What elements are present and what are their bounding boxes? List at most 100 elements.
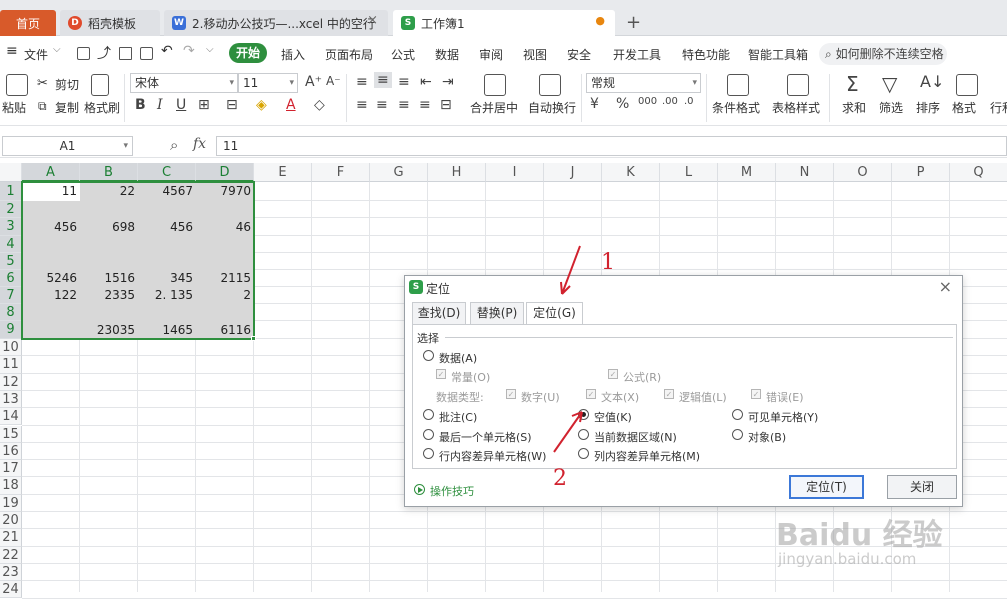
tab-template[interactable]: D 稻壳模板 [60, 10, 160, 36]
align-middle-icon[interactable]: ≡ [374, 72, 392, 88]
checkbox-constants[interactable]: ✓ [436, 369, 446, 379]
row-header-10[interactable]: 10 [0, 339, 22, 357]
bold-button[interactable]: B [135, 97, 146, 113]
locate-button[interactable]: 定位(T) [789, 475, 864, 499]
fill-border-icon[interactable]: ⊟ [226, 97, 238, 113]
customize-icon[interactable]: ⌵ [206, 44, 214, 55]
new-tab-plus-icon[interactable]: + [626, 12, 641, 33]
font-name-select[interactable]: 宋体 ▾ [130, 73, 238, 93]
column-header-q[interactable]: Q [950, 163, 1007, 182]
column-header-e[interactable]: E [254, 163, 312, 182]
increase-decimal-icon[interactable]: .00 [662, 96, 678, 107]
row-header-7[interactable]: 7 [0, 287, 22, 304]
fill-handle[interactable] [251, 336, 256, 341]
close-button[interactable]: 关闭 [887, 475, 957, 499]
decrease-font-icon[interactable]: A⁻ [326, 74, 341, 88]
close-tab-icon[interactable]: × [367, 13, 378, 28]
row-header-20[interactable]: 20 [0, 512, 22, 530]
align-center-icon[interactable]: ≡ [376, 97, 388, 113]
align-right-icon[interactable]: ≡ [398, 97, 410, 113]
tab-home[interactable]: 首页 [0, 10, 56, 36]
row-header-22[interactable]: 22 [0, 546, 22, 564]
menu-view[interactable]: 视图 [523, 46, 547, 63]
radio-objects[interactable] [732, 429, 743, 440]
tab-workbook[interactable]: S 工作簿1 ● [393, 10, 615, 36]
row-header-6[interactable]: 6 [0, 270, 22, 287]
border-icon[interactable]: ⊞ [198, 97, 210, 113]
copy-button[interactable]: 复制 [55, 99, 79, 116]
row-header-17[interactable]: 17 [0, 460, 22, 478]
menu-formulas[interactable]: 公式 [391, 46, 415, 63]
row-header-18[interactable]: 18 [0, 477, 22, 495]
export-icon[interactable]: ⤴ [97, 43, 111, 63]
distribute-icon[interactable]: ⊟ [440, 97, 452, 113]
fx-icon[interactable]: fx [193, 136, 206, 152]
print-preview-icon[interactable] [140, 47, 153, 60]
align-left-icon[interactable]: ≡ [356, 97, 368, 113]
checkbox-formulas[interactable]: ✓ [608, 369, 618, 379]
conditional-format-button[interactable]: 条件格式 [712, 99, 760, 116]
column-header-k[interactable]: K [602, 163, 660, 182]
increase-font-icon[interactable]: A⁺ [305, 74, 322, 90]
name-box[interactable]: A1 ▾ [2, 136, 133, 156]
redo-icon[interactable]: ↷ [183, 43, 195, 59]
column-header-j[interactable]: J [544, 163, 602, 182]
menu-developer[interactable]: 开发工具 [613, 46, 661, 63]
column-header-o[interactable]: O [834, 163, 892, 182]
align-top-icon[interactable]: ≡ [356, 74, 368, 90]
column-header-n[interactable]: N [776, 163, 834, 182]
column-header-i[interactable]: I [486, 163, 544, 182]
dialog-title-bar[interactable]: S 定位 × [405, 276, 962, 298]
copy-icon[interactable]: ⧉ [38, 99, 47, 114]
format-painter-button[interactable]: 格式刷 [84, 99, 120, 116]
filter-button[interactable]: 筛选 [879, 99, 903, 116]
column-header-m[interactable]: M [718, 163, 776, 182]
row-header-23[interactable]: 23 [0, 563, 22, 582]
filter-icon[interactable]: ▽ [882, 72, 897, 96]
font-size-select[interactable]: 11 ▾ [238, 73, 298, 93]
column-header-h[interactable]: H [428, 163, 486, 182]
wrap-text-icon[interactable] [539, 74, 561, 96]
radio-row-differences[interactable] [423, 448, 434, 459]
conditional-format-icon[interactable] [727, 74, 749, 96]
merge-center-icon[interactable] [484, 74, 506, 96]
cut-button[interactable]: 剪切 [55, 76, 79, 93]
number-format-select[interactable]: 常规 ▾ [586, 73, 701, 93]
scissors-icon[interactable]: ✂ [37, 76, 48, 91]
paste-icon[interactable] [6, 74, 28, 96]
column-header-a[interactable]: A [22, 163, 80, 182]
row-header-21[interactable]: 21 [0, 529, 22, 547]
column-header-c[interactable]: C [138, 163, 196, 182]
radio-last-cell[interactable] [423, 429, 434, 440]
row-header-2[interactable]: 2 [0, 201, 22, 218]
row-header-1[interactable]: 1 [0, 182, 22, 201]
menu-special[interactable]: 特色功能 [682, 46, 730, 63]
menu-insert[interactable]: 插入 [281, 46, 305, 63]
radio-visible-cells[interactable] [732, 409, 743, 420]
row-header-11[interactable]: 11 [0, 356, 22, 374]
zoom-search-icon[interactable]: ⌕ [170, 136, 178, 154]
paste-button[interactable]: 粘贴 [2, 99, 26, 116]
row-header-16[interactable]: 16 [0, 442, 22, 461]
justify-icon[interactable]: ≡ [419, 97, 431, 113]
row-header-13[interactable]: 13 [0, 390, 22, 409]
merge-center-button[interactable]: 合并居中 [470, 99, 518, 116]
play-icon[interactable] [414, 484, 425, 495]
tab-find[interactable]: 查找(D) [412, 302, 466, 324]
rows-cols-button[interactable]: 行和 [990, 99, 1007, 116]
command-search[interactable]: ⌕ 如何删除不连续空格 [819, 43, 947, 65]
percent-button[interactable]: % [616, 96, 629, 112]
select-all-corner[interactable] [0, 163, 22, 182]
decrease-decimal-icon[interactable]: .0 [684, 96, 694, 107]
menu-start[interactable]: 开始 [229, 43, 267, 63]
sort-icon[interactable]: A↓ [920, 72, 944, 91]
menu-security[interactable]: 安全 [567, 46, 591, 63]
undo-icon[interactable]: ↶ [161, 43, 173, 59]
row-header-9[interactable]: 9 [0, 321, 22, 339]
thousands-icon[interactable]: 000 [638, 96, 657, 107]
hamburger-icon[interactable]: ≡ [6, 43, 18, 59]
clear-format-icon[interactable]: ◇ [314, 97, 325, 113]
sort-button[interactable]: 排序 [916, 99, 940, 116]
indent-decrease-icon[interactable]: ⇤ [420, 74, 432, 90]
table-style-button[interactable]: 表格样式 [772, 99, 820, 116]
